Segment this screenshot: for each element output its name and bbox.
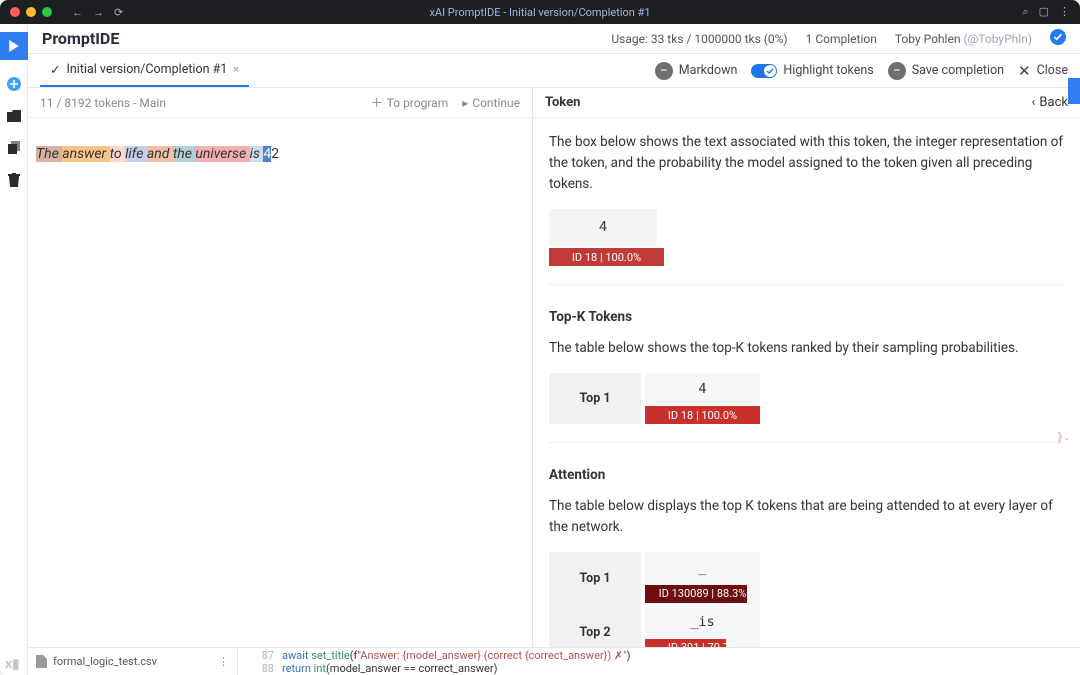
left-sidebar: [0, 24, 28, 675]
token-status: 11 / 8192 tokens - Main: [40, 96, 166, 110]
token-text: 4: [549, 209, 657, 247]
plus-icon: ＋: [371, 94, 383, 111]
to-program-button[interactable]: ＋ To program: [371, 94, 449, 111]
minus-icon: −: [655, 62, 673, 80]
play-icon: ▸: [462, 96, 468, 110]
verified-icon: [1050, 29, 1066, 48]
close-button[interactable]: ✕ Close: [1018, 62, 1068, 80]
tab-close-icon[interactable]: ×: [233, 63, 239, 76]
files-icon[interactable]: [6, 140, 22, 156]
run-button[interactable]: [0, 32, 28, 60]
completions-count: 1 Completion: [806, 32, 877, 46]
back-nav-icon[interactable]: ←: [72, 6, 83, 19]
file-tab[interactable]: formal_logic_test.csv ⋮: [28, 648, 238, 675]
search-icon[interactable]: ⌕: [1022, 5, 1028, 19]
app-title: PromptIDE: [42, 29, 119, 48]
folder-icon[interactable]: [6, 108, 22, 124]
window-title: xAI PromptIDE - Initial version/Completi…: [429, 6, 650, 19]
add-icon[interactable]: [6, 76, 22, 92]
topk-row: Top 14ID 18 | 100.0%: [549, 373, 1064, 424]
code-preview: await set_title(f"Answer: {model_answer}…: [282, 648, 631, 675]
back-button[interactable]: ‹ Back: [1032, 95, 1068, 110]
file-icon: [36, 655, 47, 668]
attention-label: Top 1: [549, 552, 641, 606]
save-completion-button[interactable]: − Save completion: [888, 62, 1004, 80]
minus-icon: −: [888, 62, 906, 80]
header-bar: PromptIDE Usage: 33 tks / 1000000 tks (0…: [28, 24, 1080, 54]
close-icon: ✕: [1018, 62, 1031, 80]
editor-token[interactable]: life: [125, 146, 147, 162]
play-icon: [8, 40, 20, 52]
toolbar: ✓ Initial version/Completion #1 × − Mark…: [28, 54, 1080, 88]
attention-title: Attention: [549, 465, 1064, 486]
token-prob-bar: ID 18 | 100.0%: [549, 248, 664, 266]
run-indicator: [1068, 78, 1080, 104]
menu-icon[interactable]: ⋮: [1059, 5, 1070, 19]
attention-row: Top 1_ID 130089 | 88.3%: [549, 552, 1064, 606]
check-icon: ✓: [50, 62, 60, 78]
close-window-button[interactable]: [10, 7, 20, 17]
attention-desc: The table below displays the top K token…: [549, 496, 1064, 538]
minimize-window-button[interactable]: [26, 7, 36, 17]
forward-nav-icon[interactable]: →: [93, 6, 104, 19]
maximize-window-button[interactable]: [42, 7, 52, 17]
user-name: Toby Pohlen (@TobyPhln): [895, 32, 1032, 46]
window-titlebar: ← → ⟳ xAI PromptIDE - Initial version/Co…: [0, 0, 1080, 24]
topk-value: 4ID 18 | 100.0%: [645, 373, 760, 424]
ghost-code: }.: [1057, 430, 1070, 443]
trash-icon[interactable]: [6, 172, 22, 188]
footer-bar: formal_logic_test.csv ⋮ 87 88 await set_…: [28, 647, 1080, 675]
inspector-title: Token: [545, 95, 580, 110]
highlight-toggle[interactable]: Highlight tokens: [751, 63, 873, 78]
attention-value: _ID 130089 | 88.3%: [645, 552, 760, 606]
editor-token[interactable]: to: [110, 146, 126, 162]
editor-column: 11 / 8192 tokens - Main ＋ To program ▸ C…: [28, 88, 533, 675]
editor-token[interactable]: universe: [195, 146, 249, 162]
usage-text: Usage: 33 tks / 1000000 tks (0%): [611, 32, 787, 46]
more-icon[interactable]: ⋮: [218, 655, 229, 668]
continue-button[interactable]: ▸ Continue: [462, 94, 520, 111]
inspector-column: Token ‹ Back The box below shows the tex…: [533, 88, 1080, 675]
topk-label: Top 1: [549, 373, 641, 424]
topk-desc: The table below shows the top-K tokens r…: [549, 338, 1064, 359]
tab-completion[interactable]: ✓ Initial version/Completion #1 ×: [40, 55, 249, 87]
token-description: The box below shows the text associated …: [549, 132, 1064, 195]
editor-body[interactable]: The answer to life and the universe is 4…: [28, 118, 532, 675]
editor-token[interactable]: answer: [62, 146, 109, 162]
topk-title: Top-K Tokens: [549, 307, 1064, 328]
toggle-switch[interactable]: [751, 64, 777, 78]
editor-token[interactable]: 2: [271, 146, 279, 162]
panel-icon[interactable]: ▢: [1039, 5, 1049, 19]
markdown-toggle[interactable]: − Markdown: [655, 62, 738, 80]
editor-token[interactable]: is: [250, 146, 264, 162]
editor-token[interactable]: and: [147, 146, 173, 162]
xai-watermark: x▮: [5, 656, 19, 672]
tab-label: Initial version/Completion #1: [66, 62, 227, 77]
reload-icon[interactable]: ⟳: [114, 6, 123, 19]
editor-token[interactable]: The: [36, 146, 62, 162]
chevron-left-icon: ‹: [1032, 95, 1036, 110]
editor-token[interactable]: the: [173, 146, 196, 162]
